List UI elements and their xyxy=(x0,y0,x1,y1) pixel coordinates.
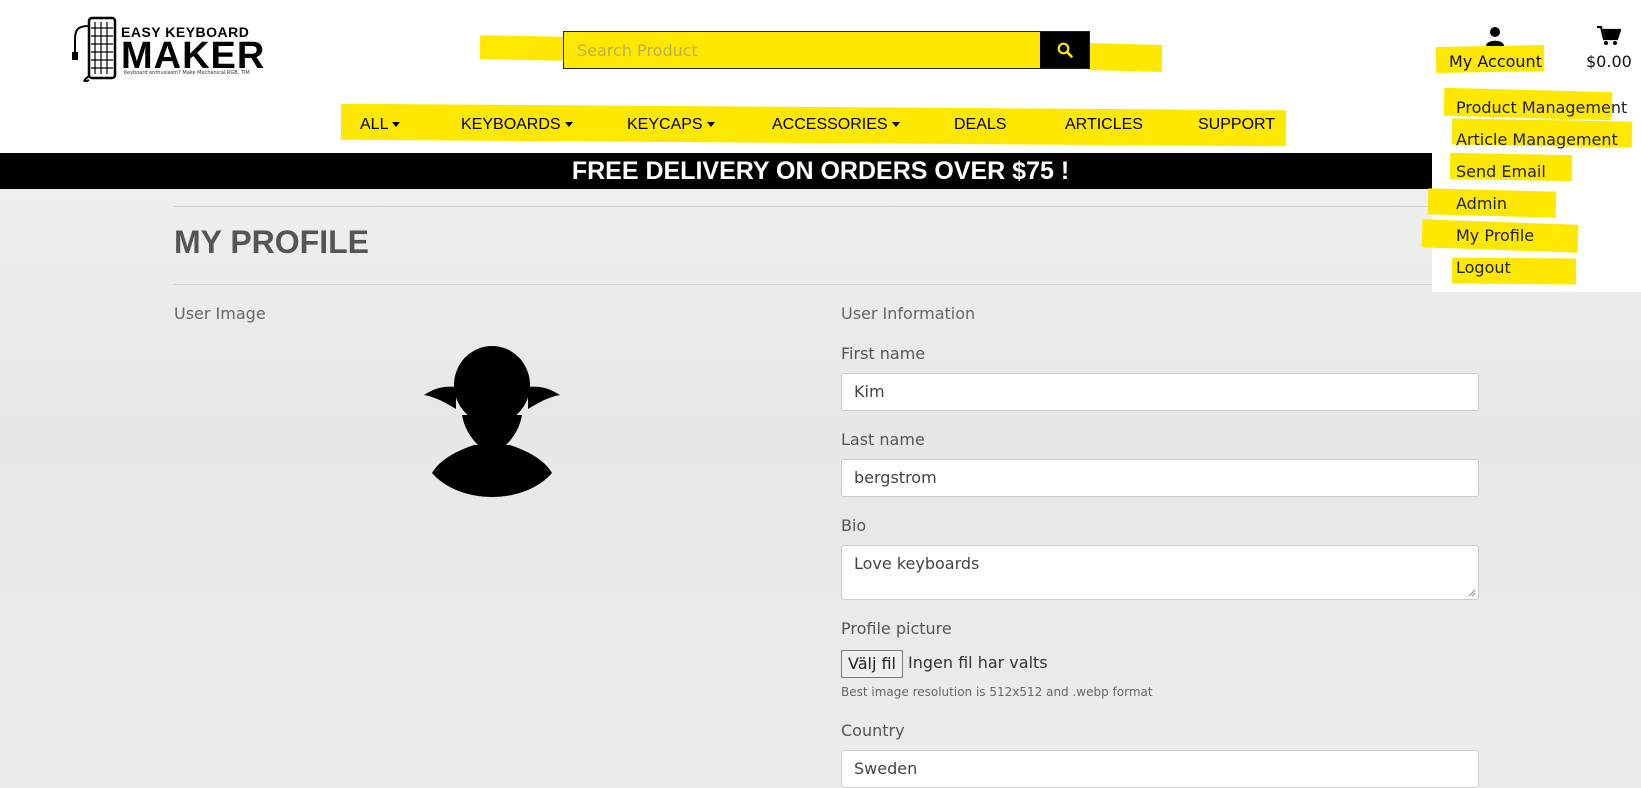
menu-item-product-management[interactable]: Product Management xyxy=(1456,98,1627,117)
menu-item-article-management[interactable]: Article Management xyxy=(1456,130,1618,149)
nav-keycaps[interactable]: KEYCAPS xyxy=(627,116,715,134)
menu-item-admin[interactable]: Admin xyxy=(1456,194,1507,213)
nav-all[interactable]: ALL xyxy=(360,116,401,134)
user-image-heading: User Image xyxy=(174,304,266,323)
choose-file-button[interactable]: Välj fil xyxy=(841,650,903,678)
nav-deals[interactable]: DEALS xyxy=(954,116,1006,134)
nav-support[interactable]: SUPPORT xyxy=(1198,116,1275,134)
bio-textarea[interactable]: Love keyboards xyxy=(841,545,1479,600)
menu-item-send-email[interactable]: Send Email xyxy=(1456,162,1546,181)
nav-articles[interactable]: ARTICLES xyxy=(1065,116,1143,134)
cart-icon xyxy=(1596,25,1622,45)
country-label: Country xyxy=(841,721,905,740)
user-icon xyxy=(1486,27,1505,46)
delivery-banner: FREE DELIVERY ON ORDERS OVER $75 ! xyxy=(0,153,1641,189)
search-bar xyxy=(563,31,1090,69)
first-name-field[interactable]: Kim xyxy=(841,373,1479,411)
bio-text: Love keyboards xyxy=(854,554,980,573)
my-account-button[interactable]: My Account xyxy=(1449,26,1542,71)
nav-keyboards-label: KEYBOARDS xyxy=(461,116,561,133)
nav-keyboards[interactable]: KEYBOARDS xyxy=(461,116,573,134)
nav-support-label: SUPPORT xyxy=(1198,116,1276,133)
my-account-label: My Account xyxy=(1449,52,1542,71)
site-logo[interactable]: EASY KEYBOARD MAKER Keyboard enthusiasm?… xyxy=(71,16,264,82)
nav-accessories-label: ACCESSORIES xyxy=(772,116,888,133)
file-status-text: Ingen fil har valts xyxy=(908,653,1048,672)
nav-all-label: ALL xyxy=(360,116,389,133)
highlight-mark xyxy=(479,35,565,61)
divider xyxy=(174,206,1480,207)
caret-down-icon xyxy=(706,122,715,128)
nav-accessories[interactable]: ACCESSORIES xyxy=(772,116,900,134)
divider xyxy=(174,284,1480,285)
caret-down-icon xyxy=(564,122,573,128)
cart-button[interactable]: $0.00 xyxy=(1586,25,1632,71)
country-field[interactable]: Sweden xyxy=(841,750,1479,788)
search-icon xyxy=(1057,42,1073,58)
account-dropdown-menu: Product Management Article Management Se… xyxy=(1421,86,1641,292)
profile-picture-label: Profile picture xyxy=(841,619,952,638)
menu-item-my-profile[interactable]: My Profile xyxy=(1456,226,1534,245)
nav-keycaps-label: KEYCAPS xyxy=(627,116,703,133)
picture-hint: Best image resolution is 512x512 and .we… xyxy=(841,685,1153,699)
highlight-mark xyxy=(1087,43,1163,72)
site-header: EASY KEYBOARD MAKER Keyboard enthusiasm?… xyxy=(0,0,1641,153)
bio-label: Bio xyxy=(841,516,867,535)
caret-down-icon xyxy=(891,122,900,128)
caret-down-icon xyxy=(392,122,401,128)
main-nav: ALL KEYBOARDS KEYCAPS ACCESSORIES DEALS … xyxy=(0,112,1641,138)
user-info-heading: User Information xyxy=(841,304,976,323)
cart-total: $0.00 xyxy=(1586,52,1632,71)
menu-item-logout[interactable]: Logout xyxy=(1456,258,1511,277)
first-name-label: First name xyxy=(841,344,926,363)
nav-deals-label: DEALS xyxy=(954,116,1007,133)
nav-articles-label: ARTICLES xyxy=(1065,116,1143,133)
search-button[interactable] xyxy=(1040,32,1089,68)
keyboard-logo-icon xyxy=(72,16,117,82)
last-name-label: Last name xyxy=(841,430,925,449)
last-name-field[interactable]: bergstrom xyxy=(841,459,1479,497)
search-input[interactable] xyxy=(564,32,1039,68)
brand-tagline: Keyboard enthusiasm? Make Mechanical RGB… xyxy=(124,70,250,76)
page-title: MY PROFILE xyxy=(174,224,369,260)
user-avatar xyxy=(424,346,560,497)
resize-handle-icon[interactable] xyxy=(1468,589,1476,597)
